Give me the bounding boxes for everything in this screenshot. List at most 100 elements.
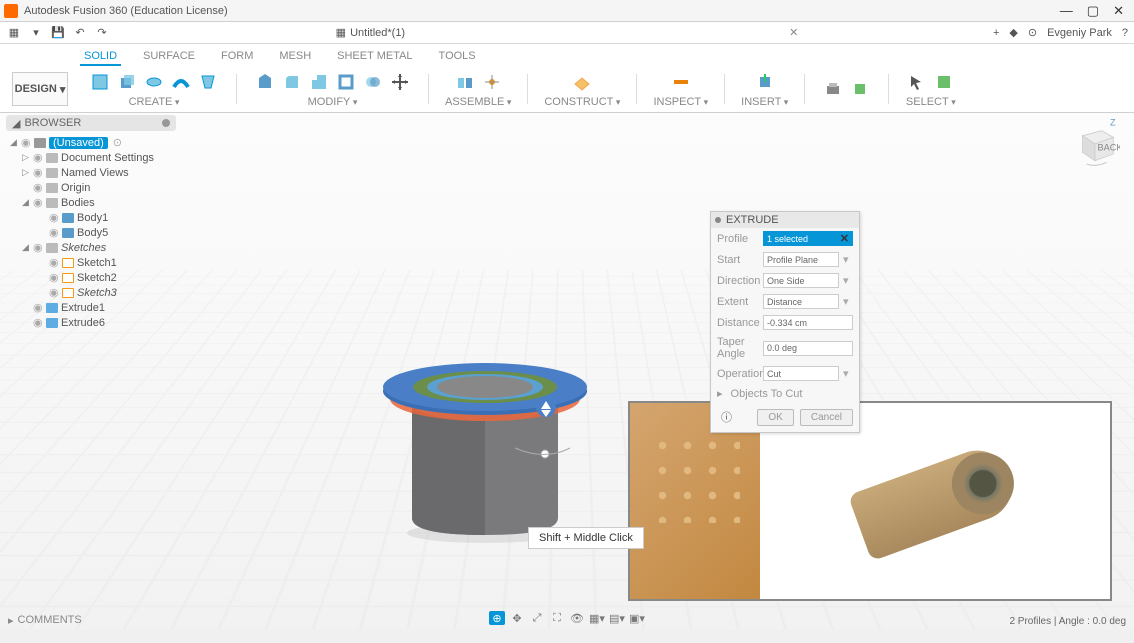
group-insert: INSERT ▾ — [741, 70, 788, 108]
tree-item-sketch1[interactable]: ◉Sketch1 — [6, 255, 176, 270]
select-icon[interactable] — [905, 70, 929, 94]
new-design-icon[interactable]: + — [993, 27, 999, 39]
nav-pan-icon[interactable]: ✥ — [509, 611, 525, 625]
nav-zoom-icon[interactable]: ⤢ — [529, 611, 545, 625]
browser-options-icon[interactable] — [162, 119, 170, 127]
dialog-objects-to-cut[interactable]: ▸Objects To Cut — [711, 384, 859, 403]
move-icon[interactable] — [388, 70, 412, 94]
info-icon[interactable]: ⓘ — [721, 409, 732, 426]
redo-icon[interactable]: ↷ — [94, 25, 110, 41]
group-assemble: ASSEMBLE ▾ — [445, 70, 511, 108]
tab-tools[interactable]: TOOLS — [435, 48, 480, 66]
tree-item-bodies[interactable]: ◢◉Bodies — [6, 195, 176, 210]
close-doc-icon[interactable]: ✕ — [789, 26, 798, 39]
shell-icon[interactable] — [334, 70, 358, 94]
dialog-row-start[interactable]: StartProfile Plane▾ — [711, 249, 859, 270]
undo-icon[interactable]: ↶ — [72, 25, 88, 41]
nav-lookat-icon[interactable]: 👁 — [569, 611, 585, 625]
tab-solid[interactable]: SOLID — [80, 48, 121, 66]
dialog-row-taper-angle[interactable]: Taper Angle0.0 deg — [711, 333, 859, 363]
canvas-viewport[interactable]: ◢BROWSER ◢◉(Unsaved)⊙ ▷◉Document Setting… — [0, 113, 1134, 629]
quick-access-bar: ▦ ▾ 💾 ↶ ↷ ▦ Untitled*(1) ✕ + ◆ ⊙ Evgeniy… — [0, 22, 1134, 44]
loft-icon[interactable] — [196, 70, 220, 94]
insert-icon[interactable] — [753, 70, 777, 94]
comments-bar[interactable]: ▸COMMENTS — [8, 613, 82, 627]
tree-item-extrude6[interactable]: ◉Extrude6 — [6, 315, 176, 330]
data-panel-icon[interactable]: ▦ — [6, 25, 22, 41]
maximize-button[interactable]: ▢ — [1087, 3, 1099, 19]
tab-mesh[interactable]: MESH — [275, 48, 315, 66]
nav-grid-icon[interactable]: ▤▾ — [609, 611, 625, 625]
document-tab[interactable]: ▦ Untitled*(1) ✕ — [336, 26, 799, 39]
cancel-button[interactable]: Cancel — [800, 409, 853, 426]
dialog-row-extent[interactable]: ExtentDistance▾ — [711, 291, 859, 312]
ribbon: SOLID SURFACE FORM MESH SHEET METAL TOOL… — [0, 44, 1134, 113]
tree-item-sketch3[interactable]: ◉Sketch3 — [6, 285, 176, 300]
tree-item-body1[interactable]: ◉Body1 — [6, 210, 176, 225]
ok-button[interactable]: OK — [757, 409, 793, 426]
presspull-icon[interactable] — [253, 70, 277, 94]
plane-icon[interactable] — [570, 70, 594, 94]
measure-icon[interactable] — [669, 70, 693, 94]
sweep-icon[interactable] — [169, 70, 193, 94]
dialog-header[interactable]: EXTRUDE — [711, 212, 859, 228]
browser-panel[interactable]: ◢BROWSER ◢◉(Unsaved)⊙ ▷◉Document Setting… — [6, 115, 176, 334]
tree-root[interactable]: ◢◉(Unsaved)⊙ — [6, 135, 176, 150]
tree-item-sketches[interactable]: ◢◉Sketches — [6, 240, 176, 255]
nav-viewport-icon[interactable]: ▣▾ — [629, 611, 645, 625]
group-construct-label: CONSTRUCT — [544, 96, 613, 108]
dialog-row-direction[interactable]: DirectionOne Side▾ — [711, 270, 859, 291]
select-filter-icon[interactable] — [932, 70, 956, 94]
reference-image-overlay[interactable] — [628, 401, 1112, 601]
tree-item-named-views[interactable]: ▷◉Named Views — [6, 165, 176, 180]
tab-sheetmetal[interactable]: SHEET METAL — [333, 48, 416, 66]
group-construct: CONSTRUCT ▾ — [544, 70, 620, 108]
group-select: SELECT ▾ — [905, 70, 956, 108]
navigation-toolbar: ⊕ ✥ ⤢ ⛶ 👁 ▦▾ ▤▾ ▣▾ — [489, 611, 645, 625]
tree-item-document-settings[interactable]: ▷◉Document Settings — [6, 150, 176, 165]
dialog-row-profile[interactable]: Profile1 selected✕ — [711, 228, 859, 249]
extrude-dialog[interactable]: EXTRUDE Profile1 selected✕StartProfile P… — [710, 211, 860, 433]
quickbar-right: + ◆ ⊙ Evgeniy Park ? — [993, 26, 1128, 39]
addins-icon[interactable] — [848, 77, 872, 101]
tree-item-sketch2[interactable]: ◉Sketch2 — [6, 270, 176, 285]
sketch-icon[interactable] — [88, 70, 112, 94]
browser-header[interactable]: ◢BROWSER — [6, 115, 176, 131]
tree-item-origin[interactable]: ◉Origin — [6, 180, 176, 195]
file-menu-icon[interactable]: ▾ — [28, 25, 44, 41]
tab-form[interactable]: FORM — [217, 48, 257, 66]
dialog-row-distance[interactable]: Distance-0.334 cm — [711, 312, 859, 333]
nav-orbit-icon[interactable]: ⊕ — [489, 611, 505, 625]
tab-surface[interactable]: SURFACE — [139, 48, 199, 66]
notifications-icon[interactable]: ⊙ — [1028, 26, 1037, 39]
dialog-row-operation[interactable]: OperationCut▾ — [711, 363, 859, 384]
window-title: Autodesk Fusion 360 (Education License) — [24, 5, 1060, 17]
group-modify: MODIFY ▾ — [253, 70, 412, 108]
nav-display-icon[interactable]: ▦▾ — [589, 611, 605, 625]
tree-item-body5[interactable]: ◉Body5 — [6, 225, 176, 240]
3d-model[interactable] — [370, 273, 600, 543]
fillet-icon[interactable] — [280, 70, 304, 94]
browser-tree: ◢◉(Unsaved)⊙ ▷◉Document Settings▷◉Named … — [6, 131, 176, 334]
app-logo-icon — [4, 4, 18, 18]
save-icon[interactable]: 💾 — [50, 25, 66, 41]
workspace-switcher[interactable]: DESIGN▾ — [12, 72, 68, 106]
minimize-button[interactable]: — — [1060, 3, 1073, 19]
user-name[interactable]: Evgeniy Park — [1047, 27, 1112, 39]
chamfer-icon[interactable] — [307, 70, 331, 94]
close-button[interactable]: ✕ — [1113, 3, 1124, 19]
extensions-icon[interactable]: ◆ — [1009, 26, 1017, 39]
component-icon[interactable] — [453, 70, 477, 94]
view-cube[interactable]: Z BACK — [1070, 119, 1120, 169]
ribbon-tabs: SOLID SURFACE FORM MESH SHEET METAL TOOL… — [0, 44, 1134, 66]
combine-icon[interactable] — [361, 70, 385, 94]
tree-item-extrude1[interactable]: ◉Extrude1 — [6, 300, 176, 315]
help-icon[interactable]: ? — [1122, 27, 1128, 39]
group-misc — [821, 77, 872, 101]
nav-fit-icon[interactable]: ⛶ — [549, 611, 565, 625]
joint-icon[interactable] — [480, 70, 504, 94]
revolve-icon[interactable] — [142, 70, 166, 94]
extrude-icon[interactable] — [115, 70, 139, 94]
group-select-label: SELECT — [906, 96, 949, 108]
print-icon[interactable] — [821, 77, 845, 101]
